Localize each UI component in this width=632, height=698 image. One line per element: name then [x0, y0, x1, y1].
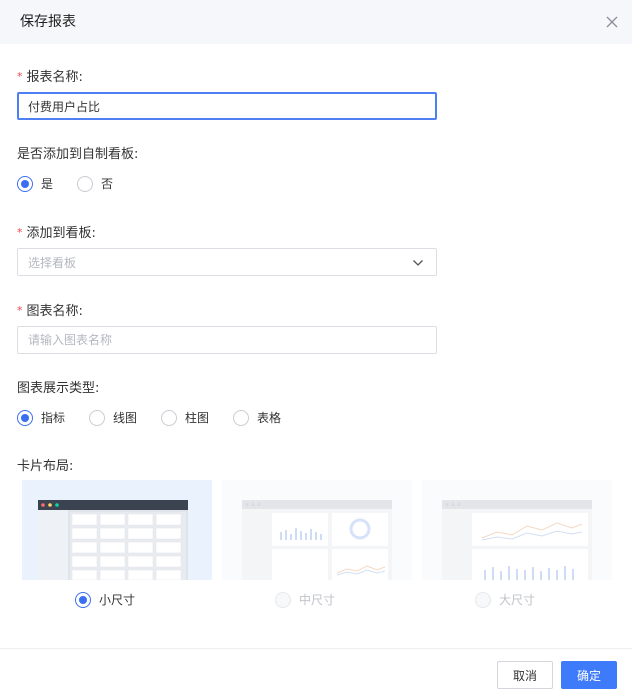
card-small-preview[interactable] — [22, 480, 212, 580]
card-large-preview — [422, 480, 612, 580]
add-to-board-label: 是否添加到自制看板: — [17, 147, 139, 162]
radio-disabled-icon — [275, 592, 291, 608]
close-icon[interactable] — [602, 12, 622, 32]
board-select[interactable]: 选择看板 — [17, 248, 437, 276]
radio-type-bar[interactable]: 柱图 — [161, 410, 209, 426]
radio-label: 大尺寸 — [499, 593, 536, 607]
cancel-button[interactable]: 取消 — [497, 661, 553, 689]
radio-label: 是 — [41, 177, 54, 191]
radio-unchecked-icon — [161, 410, 177, 426]
radio-checked-icon — [75, 592, 91, 608]
board-select-placeholder: 选择看板 — [28, 256, 77, 270]
card-layout-label: 卡片布局: — [17, 459, 74, 474]
confirm-button[interactable]: 确定 — [561, 661, 617, 689]
radio-type-table[interactable]: 表格 — [233, 410, 281, 426]
required-mark: * — [17, 304, 23, 317]
radio-add-yes[interactable]: 是 — [17, 176, 53, 192]
radio-unchecked-icon — [89, 410, 105, 426]
radio-label: 否 — [101, 177, 114, 191]
card-medium-preview — [222, 480, 412, 580]
dialog-header: 保存报表 — [0, 0, 632, 44]
radio-checked-icon — [17, 176, 33, 192]
small-layout-illustration — [38, 500, 188, 580]
radio-type-metric[interactable]: 指标 — [17, 410, 65, 426]
radio-card-large: 大尺寸 — [475, 592, 535, 608]
required-mark: * — [17, 226, 23, 239]
large-layout-illustration — [442, 500, 592, 580]
radio-add-no[interactable]: 否 — [77, 176, 113, 192]
radio-card-medium: 中尺寸 — [275, 592, 335, 608]
radio-label: 表格 — [257, 411, 282, 425]
radio-label: 指标 — [41, 411, 66, 425]
radio-label: 柱图 — [185, 411, 210, 425]
chart-type-label: 图表展示类型: — [17, 381, 100, 396]
radio-disabled-icon — [475, 592, 491, 608]
chart-name-input[interactable] — [17, 326, 437, 354]
radio-unchecked-icon — [233, 410, 249, 426]
medium-layout-illustration — [242, 500, 392, 580]
board-label: * 添加到看板: — [17, 226, 96, 241]
chart-name-label: * 图表名称: — [17, 304, 83, 319]
report-name-input[interactable] — [17, 92, 437, 120]
radio-unchecked-icon — [77, 176, 93, 192]
radio-label: 中尺寸 — [299, 593, 336, 607]
required-mark: * — [17, 70, 23, 83]
radio-card-small[interactable]: 小尺寸 — [75, 592, 135, 608]
dialog-title: 保存报表 — [20, 14, 76, 30]
radio-label: 线图 — [113, 411, 138, 425]
radio-label: 小尺寸 — [99, 593, 136, 607]
radio-type-line[interactable]: 线图 — [89, 410, 137, 426]
chevron-down-icon — [413, 260, 423, 266]
footer-divider — [0, 648, 632, 649]
radio-checked-icon — [17, 410, 33, 426]
report-name-label: * 报表名称: — [17, 70, 83, 85]
